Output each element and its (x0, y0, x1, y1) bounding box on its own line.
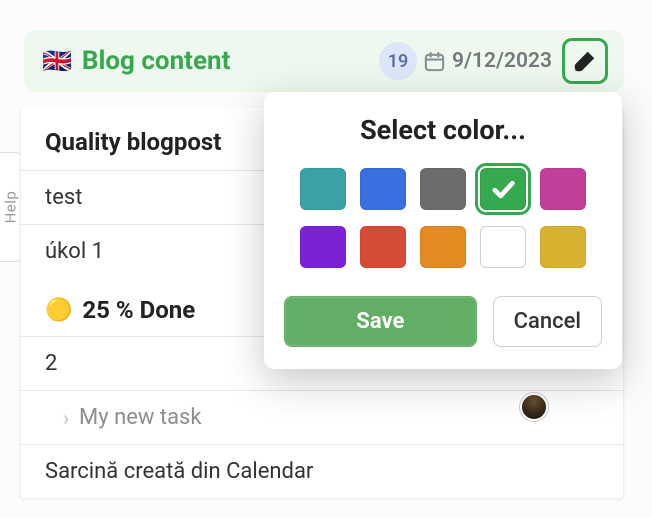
swatch-blue[interactable] (360, 168, 406, 210)
subtask-label: My new task (79, 405, 202, 430)
brush-icon (572, 48, 598, 74)
avatar[interactable] (520, 393, 548, 421)
swatch-teal[interactable] (300, 168, 346, 210)
help-tab[interactable]: Help (0, 152, 22, 262)
swatch-purple[interactable] (300, 226, 346, 268)
help-label: Help (2, 191, 20, 224)
due-date[interactable]: 9/12/2023 (452, 49, 552, 73)
flag-icon: 🇬🇧 (42, 49, 72, 73)
calendar-icon[interactable] (423, 50, 446, 73)
progress-label: 25 % Done (82, 296, 195, 324)
count-badge[interactable]: 19 (379, 42, 417, 80)
project-title[interactable]: Blog content (82, 46, 230, 76)
popover-title: Select color... (284, 114, 602, 146)
list-item[interactable]: Sarcină creată din Calendar (21, 444, 623, 498)
chevron-right-icon: › (63, 406, 69, 430)
cancel-button[interactable]: Cancel (493, 296, 602, 347)
swatch-white[interactable] (480, 226, 526, 268)
swatch-gold[interactable] (540, 226, 586, 268)
swatch-magenta[interactable] (540, 168, 586, 210)
swatch-grid (284, 168, 602, 268)
popover-actions: Save Cancel (284, 296, 602, 347)
color-popover: Select color... Save Cancel (264, 92, 622, 369)
progress-dot-icon: 🟡 (45, 298, 72, 323)
swatch-red[interactable] (360, 226, 406, 268)
swatch-gray[interactable] (420, 168, 466, 210)
save-button[interactable]: Save (284, 296, 477, 347)
swatch-orange[interactable] (420, 226, 466, 268)
check-icon (489, 175, 517, 203)
swatch-green[interactable] (480, 168, 526, 210)
project-title-wrap: 🇬🇧 Blog content (42, 46, 379, 76)
project-card: 🇬🇧 Blog content 19 9/12/2023 (24, 30, 624, 92)
color-picker-button[interactable] (562, 38, 608, 84)
